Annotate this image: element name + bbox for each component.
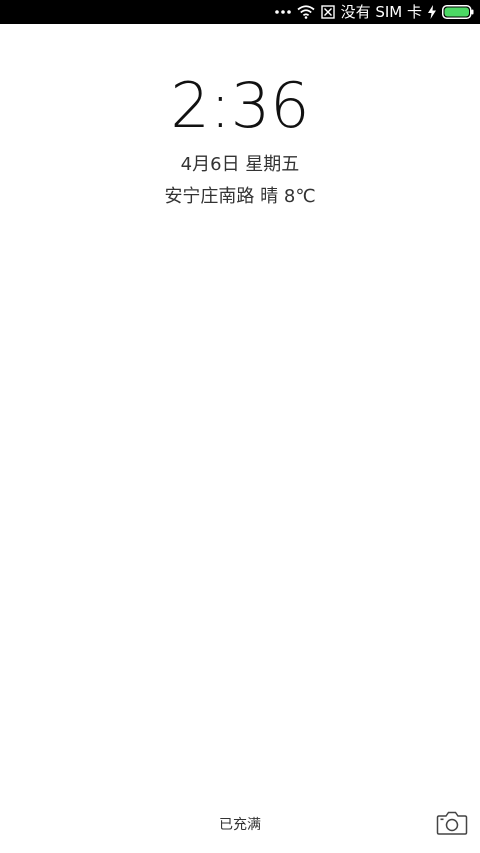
no-sim-icon [320,0,335,24]
battery-icon [442,0,474,24]
status-bar: 没有 SIM 卡 [0,0,480,24]
lockscreen-weather: 安宁庄南路 晴 8℃ [164,186,316,207]
battery-level-fill [444,7,469,17]
sim-status-text: 没有 SIM 卡 [340,3,422,21]
charging-status-text: 已充满 [219,817,261,833]
charging-bolt-icon [428,0,436,24]
wifi-icon [296,0,315,24]
lockscreen-date: 4月6日 星期五 [180,154,300,175]
camera-icon [436,811,468,835]
camera-shortcut-button[interactable] [436,810,468,836]
more-dots-icon [274,0,291,24]
lockscreen-clock: 2:36 [170,69,310,142]
